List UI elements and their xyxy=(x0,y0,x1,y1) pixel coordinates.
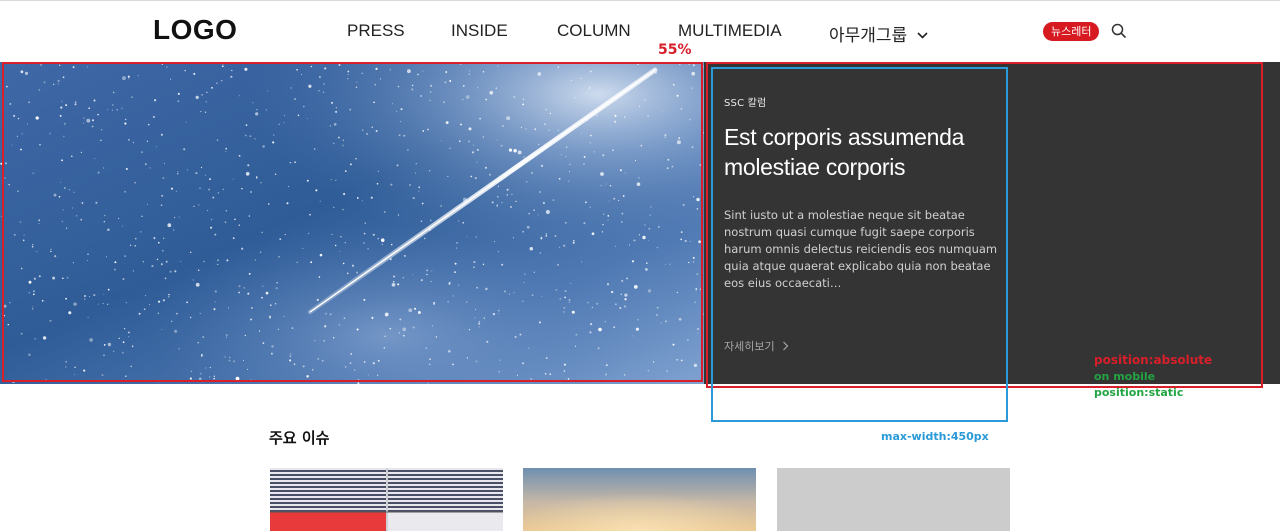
top-border xyxy=(0,0,1280,1)
article-category: SSC 칼럼 xyxy=(724,98,767,109)
annotation-position-static: position:static xyxy=(1094,386,1184,399)
hero-image-starry-sky[interactable] xyxy=(0,62,704,384)
article-description: Sint iusto ut a molestiae neque sit beat… xyxy=(724,208,998,290)
newsletter-button[interactable]: 뉴스레터 xyxy=(1043,22,1100,41)
hero-section xyxy=(0,62,1280,384)
nav-item-inside[interactable]: INSIDE xyxy=(451,21,508,41)
search-icon[interactable] xyxy=(1111,23,1127,39)
nav-item-group-label: 아무개그룹 xyxy=(829,26,908,45)
issue-card-image xyxy=(523,468,756,531)
read-more-label: 자세히보기 xyxy=(724,340,775,353)
section-title: 주요 이슈 xyxy=(269,429,330,447)
issue-card-image xyxy=(270,468,503,531)
site-logo[interactable]: LOGO xyxy=(153,14,237,46)
site-header: LOGO PRESS INSIDE COLUMN MULTIMEDIA 아무개그… xyxy=(0,0,1280,62)
nav-item-multimedia[interactable]: MULTIMEDIA xyxy=(678,21,782,41)
chevron-down-icon xyxy=(917,28,928,42)
annotation-max-width: max-width:450px xyxy=(881,430,989,443)
issue-card-1[interactable] xyxy=(270,468,503,531)
nav-item-column[interactable]: COLUMN xyxy=(557,21,631,41)
chevron-right-icon xyxy=(782,341,789,354)
issue-card-3[interactable] xyxy=(777,468,1010,531)
nav-item-group-dropdown[interactable]: 아무개그룹 xyxy=(829,21,928,46)
article-title[interactable]: Est corporis assumenda molestiae corpori… xyxy=(724,122,1004,182)
issue-card-2[interactable] xyxy=(523,468,756,531)
nav-item-press[interactable]: PRESS xyxy=(347,21,405,41)
hero-article: SSC 칼럼 Est corporis assumenda molestiae … xyxy=(724,94,1004,292)
read-more-link[interactable]: 자세히보기 xyxy=(724,338,789,354)
annotation-width-percent: 55% xyxy=(658,42,692,58)
annotation-position-absolute: position:absolute xyxy=(1094,353,1213,367)
annotation-on-mobile: on mobile xyxy=(1094,370,1156,383)
